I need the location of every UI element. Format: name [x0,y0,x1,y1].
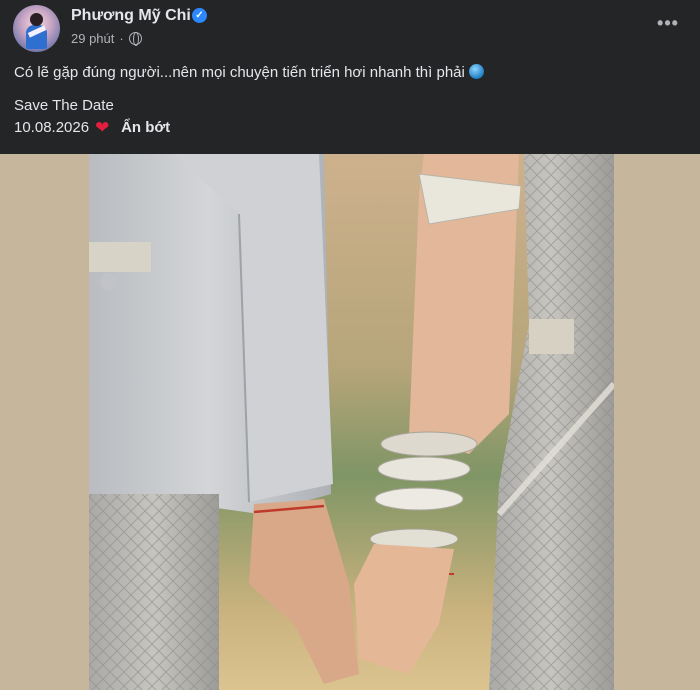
more-options-icon[interactable]: ••• [655,13,681,39]
verified-badge-icon: ✓ [192,8,207,23]
author-name[interactable]: Phương Mỹ Chi [71,7,191,25]
post-timestamp[interactable]: 29 phút [71,31,114,46]
post-header: Phương Mỹ Chi ✓ 29 phút · ••• [0,0,700,52]
globe-emoji-icon [468,64,484,79]
post-photo-container[interactable] [0,154,700,690]
red-heart-icon: ❤ [95,118,110,137]
save-the-date-text: Save The Date [14,97,114,114]
date-line: 10.08.2026 ❤ Ẩn bớt [14,118,170,138]
post-meta: 29 phút · [71,31,142,46]
event-date: 10.08.2026 [14,119,90,136]
author-avatar[interactable] [13,5,60,52]
caption-text: Có lẽ gặp đúng người...nên mọi chuyện ti… [14,64,465,81]
post-photo[interactable] [89,154,614,690]
globe-icon[interactable] [128,32,142,46]
meta-separator: · [119,31,124,46]
see-less-link[interactable]: Ẩn bớt [121,118,170,138]
post-caption: Có lẽ gặp đúng người...nên mọi chuyện ti… [14,63,484,83]
couple-holding-hands-image [89,154,614,690]
